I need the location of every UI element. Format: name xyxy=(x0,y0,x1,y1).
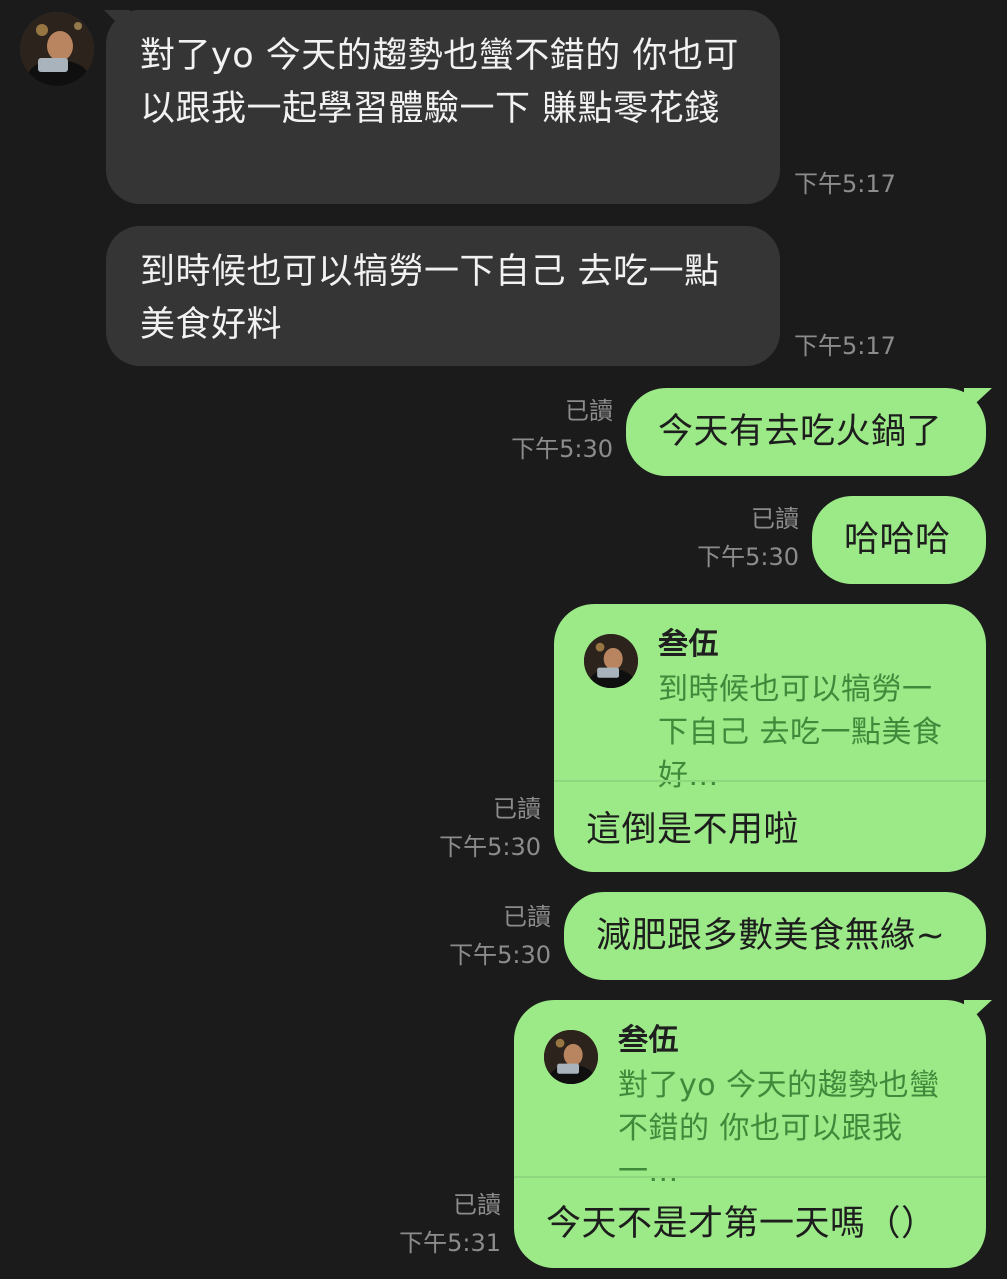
message-timestamp: 下午5:30 xyxy=(439,833,541,861)
reply-sender-name: 叁伍 xyxy=(658,627,719,662)
message-timestamp: 下午5:30 xyxy=(697,543,799,571)
message-timestamp: 下午5:31 xyxy=(399,1229,501,1257)
message-meta: 已讀 下午5:30 xyxy=(511,392,613,468)
message-text: 哈哈哈 xyxy=(844,520,951,560)
read-receipt: 已讀 xyxy=(751,505,799,533)
avatar-photo-icon xyxy=(20,12,94,86)
message-timestamp: 下午5:30 xyxy=(511,435,613,463)
reply-quoted-text: 到時候也可以犒勞一下自己 去吃一點美食好... xyxy=(658,672,943,793)
read-receipt: 已讀 xyxy=(565,397,613,425)
message-text: 這倒是不用啦 xyxy=(586,810,800,850)
reply-divider xyxy=(514,1176,986,1178)
outgoing-message-bubble[interactable]: 哈哈哈 xyxy=(812,496,986,584)
outgoing-message-bubble[interactable]: 今天有去吃火鍋了 xyxy=(626,388,992,476)
message-text: 減肥跟多數美食無緣~ xyxy=(596,916,946,956)
bubble-tail xyxy=(964,1000,992,1026)
message-meta: 已讀 下午5:30 xyxy=(439,790,541,866)
incoming-message-bubble[interactable]: 到時候也可以犒勞一下自己 去吃一點美食好料 xyxy=(106,226,780,366)
avatar-photo-icon xyxy=(544,1030,598,1084)
read-receipt: 已讀 xyxy=(493,795,541,823)
reply-avatar xyxy=(584,634,638,688)
reply-avatar xyxy=(544,1030,598,1084)
read-receipt: 已讀 xyxy=(503,903,551,931)
avatar-photo-icon xyxy=(584,634,638,688)
message-meta: 已讀 下午5:30 xyxy=(449,898,551,974)
sender-avatar[interactable] xyxy=(20,12,94,86)
message-timestamp: 下午5:17 xyxy=(794,170,896,198)
message-text: 到時候也可以犒勞一下自己 去吃一點美食好料 xyxy=(140,252,720,345)
bubble-tail xyxy=(104,10,130,36)
reply-divider xyxy=(554,780,986,782)
message-text: 對了yo 今天的趨勢也蠻不錯的 你也可以跟我一起學習體驗一下 賺點零花錢 xyxy=(140,36,739,129)
outgoing-message-bubble[interactable]: 減肥跟多數美食無緣~ xyxy=(564,892,986,980)
message-timestamp: 下午5:30 xyxy=(449,941,551,969)
message-meta: 已讀 下午5:30 xyxy=(697,500,799,576)
message-text: 今天有去吃火鍋了 xyxy=(658,412,943,452)
reply-quoted-text: 對了yo 今天的趨勢也蠻不錯的 你也可以跟我一... xyxy=(618,1068,940,1189)
reply-sender-name: 叁伍 xyxy=(618,1023,679,1058)
reply-message-bubble[interactable]: 叁伍 對了yo 今天的趨勢也蠻不錯的 你也可以跟我一... 今天不是才第一天嗎（… xyxy=(514,1000,992,1268)
incoming-message-bubble[interactable]: 對了yo 今天的趨勢也蠻不錯的 你也可以跟我一起學習體驗一下 賺點零花錢 xyxy=(104,10,780,204)
bubble-tail xyxy=(964,388,992,414)
read-receipt: 已讀 xyxy=(453,1191,501,1219)
message-timestamp: 下午5:17 xyxy=(794,332,896,360)
message-meta: 已讀 下午5:31 xyxy=(399,1186,501,1262)
message-text: 今天不是才第一天嗎（） xyxy=(546,1204,937,1244)
reply-message-bubble[interactable]: 叁伍 到時候也可以犒勞一下自己 去吃一點美食好... 這倒是不用啦 xyxy=(554,604,986,872)
